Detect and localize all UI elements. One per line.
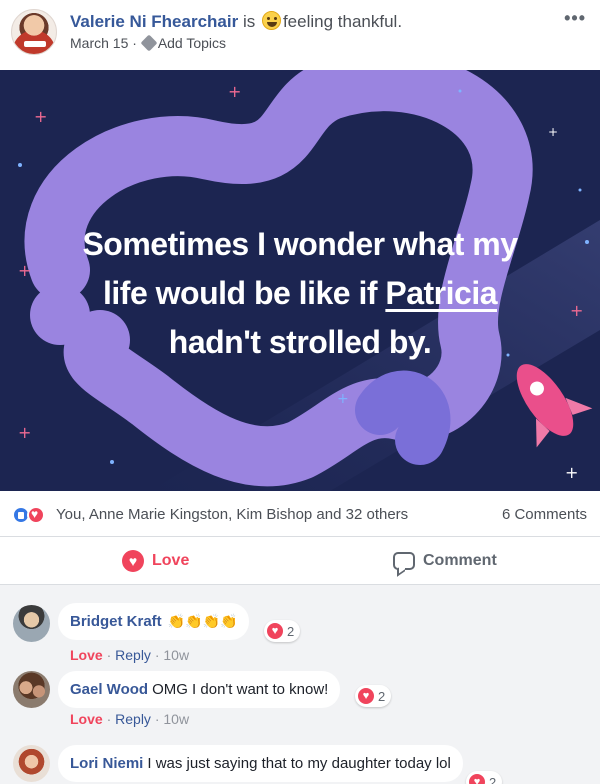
tag-icon <box>140 34 158 52</box>
poster-message: Sometimes I wonder what my life would be… <box>0 220 600 367</box>
mention-link[interactable]: Patricia <box>385 275 497 311</box>
verb-prefix: is <box>242 12 256 31</box>
action-bar: ♥ Love Comment <box>0 537 600 585</box>
love-button[interactable]: ♥ Love <box>122 548 189 574</box>
comment-reactions[interactable]: ♥ 2 <box>264 620 301 642</box>
post-meta: March 15 · Add Topics <box>70 34 226 52</box>
svg-text:+: + <box>34 107 47 126</box>
svg-text:+: + <box>337 391 349 407</box>
comments-section: Bridget Kraft 👏👏👏👏 ♥ 2 Love · Reply · 10… <box>0 585 600 784</box>
comment-meta: Love · Reply · 10w <box>70 711 190 727</box>
comment-love-link[interactable]: Love <box>70 711 103 727</box>
love-button-label: Love <box>152 552 190 569</box>
add-topics-link[interactable]: Add Topics <box>158 35 226 51</box>
comment-bubble: Bridget Kraft 👏👏👏👏 <box>58 603 250 640</box>
poster-line-3: hadn't strolled by. <box>168 324 432 360</box>
clapping-emoji: 👏👏👏👏 <box>167 613 238 629</box>
svg-text:+: + <box>228 82 241 101</box>
comment-reply-link[interactable]: Reply <box>115 711 151 727</box>
love-reaction-icon: ♥ <box>469 774 485 784</box>
love-reaction-icon[interactable] <box>27 506 45 524</box>
post-header: Valerie Ni Fhearchair is feeling thankfu… <box>0 0 600 70</box>
svg-text:+: + <box>565 463 578 482</box>
reactors-text[interactable]: You, Anne Marie Kingston, Kim Bishop and… <box>56 506 408 523</box>
more-options-icon[interactable]: ••• <box>564 8 586 29</box>
author-avatar[interactable] <box>11 9 57 55</box>
smiley-emoji-icon <box>261 11 281 30</box>
comment-time[interactable]: 10w <box>163 647 189 663</box>
svg-text:+: + <box>548 125 558 139</box>
commenter-avatar[interactable] <box>13 745 50 782</box>
reaction-summary: You, Anne Marie Kingston, Kim Bishop and… <box>0 491 600 537</box>
comment-reactions[interactable]: ♥ 2 <box>466 771 503 784</box>
comment-button-label: Comment <box>423 552 497 569</box>
comment-bubble-icon <box>393 552 415 570</box>
love-reaction-icon: ♥ <box>267 623 283 639</box>
commenter-name[interactable]: Lori Niemi <box>70 755 143 772</box>
comment-reaction-count: 2 <box>378 688 386 704</box>
heart-icon: ♥ <box>122 550 144 572</box>
commenter-name[interactable]: Gael Wood <box>70 681 148 698</box>
poster-line-2-text: life would be like if <box>103 275 377 311</box>
comment-bubble: Lori Niemi I was just saying that to my … <box>58 745 463 782</box>
commenter-avatar[interactable] <box>13 671 50 708</box>
poster-line-1: Sometimes I wonder what my <box>82 226 518 262</box>
commenter-name[interactable]: Bridget Kraft <box>70 613 162 630</box>
comment-meta: Love · Reply · 10w <box>70 647 190 663</box>
comment-reaction-count: 2 <box>489 774 497 784</box>
comment-time[interactable]: 10w <box>163 711 189 727</box>
love-reaction-icon: ♥ <box>358 688 374 704</box>
comment-text: OMG I don't want to know! <box>152 681 329 698</box>
commenter-avatar[interactable] <box>13 605 50 642</box>
feeling-text: feeling thankful. <box>282 12 403 31</box>
comment-button[interactable]: Comment <box>393 548 497 574</box>
comment-reaction-count: 2 <box>287 623 295 639</box>
comment-text: I was just saying that to my daughter to… <box>147 755 451 772</box>
comment-reactions[interactable]: ♥ 2 <box>355 685 392 707</box>
author-line: Valerie Ni Fhearchair is feeling thankfu… <box>70 11 402 32</box>
post-date[interactable]: March 15 <box>70 35 128 51</box>
author-name[interactable]: Valerie Ni Fhearchair <box>70 12 238 31</box>
comments-count[interactable]: 6 Comments <box>502 506 587 523</box>
meta-separator: · <box>132 35 137 51</box>
comment-love-link[interactable]: Love <box>70 647 103 663</box>
poster-line-2: life would be like if Patricia <box>0 269 600 318</box>
svg-text:+: + <box>18 423 31 442</box>
blob-tail <box>355 370 451 465</box>
comment-bubble: Gael Wood OMG I don't want to know! <box>58 671 341 708</box>
comment-reply-link[interactable]: Reply <box>115 647 151 663</box>
background-post-card: + + + + + + + + Sometimes I wonder what my li… <box>0 70 600 491</box>
